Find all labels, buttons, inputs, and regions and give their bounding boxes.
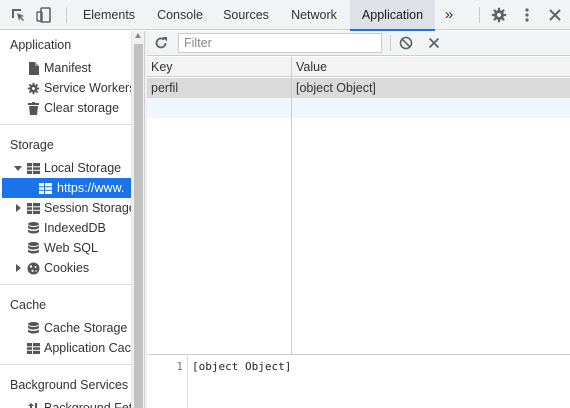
expand-arrow-icon[interactable] (14, 166, 22, 171)
column-header-key[interactable]: Key (151, 60, 173, 74)
sidebar-item-label: IndexedDB (44, 221, 106, 235)
gear-icon (26, 81, 40, 95)
sidebar-item-clear-storage[interactable]: Clear storage (26, 98, 131, 118)
sidebar-item-web-sql[interactable]: Web SQL (26, 238, 131, 258)
table-icon (38, 181, 52, 195)
sidebar-item-cache-storage[interactable]: Cache Storage (26, 318, 131, 338)
sidebar-item-application-cache[interactable]: Application Cac (26, 338, 131, 358)
sidebar-item-label: Web SQL (44, 241, 98, 255)
sidebar-item-label: https://www. (57, 181, 125, 195)
section-title-background-services: Background Services (10, 378, 129, 392)
tab-sources[interactable]: Sources (217, 0, 275, 30)
column-header-value[interactable]: Value (296, 60, 327, 74)
document-icon (26, 61, 40, 75)
sidebar-item-local-storage-origin[interactable]: https://www. (2, 178, 131, 198)
sidebar-item-local-storage[interactable]: Local Storage (26, 158, 131, 178)
devtools-tabbar: Elements Console Sources Network Applica… (0, 0, 570, 31)
table-icon (26, 341, 40, 355)
table-row-empty[interactable] (147, 98, 570, 118)
tab-elements[interactable]: Elements (75, 0, 143, 30)
more-tabs-button[interactable]: » (439, 0, 459, 30)
tab-application[interactable]: Application (350, 0, 435, 31)
table-row[interactable]: perfil [object Object] (147, 78, 570, 98)
sidebar-item-background-fetch[interactable]: Background Fet (26, 398, 131, 408)
inspect-icon[interactable] (9, 6, 27, 24)
sidebar-item-label: Background Fet (44, 401, 131, 408)
scrollbar-thumb[interactable] (134, 44, 143, 408)
column-divider[interactable] (291, 57, 292, 354)
sidebar-item-cookies[interactable]: Cookies (26, 258, 131, 278)
sidebar-item-session-storage[interactable]: Session Storage (26, 198, 131, 218)
sidebar-item-label: Clear storage (44, 101, 120, 115)
sidebar-item-indexeddb[interactable]: IndexedDB (26, 218, 131, 238)
toolbar-separator (479, 7, 480, 23)
expand-arrow-icon[interactable] (16, 264, 21, 272)
sidebar-item-label: Application Cac (44, 341, 131, 355)
sidebar-scrollbar[interactable] (131, 31, 144, 408)
section-title-cache: Cache (10, 298, 47, 312)
sidebar-item-label: Service Workers (44, 81, 131, 95)
preview-content: [object Object] (192, 360, 292, 373)
line-number: 1 (176, 360, 183, 373)
device-toolbar-icon[interactable] (35, 6, 53, 24)
section-divider (0, 364, 131, 365)
delete-selected-icon[interactable] (425, 34, 443, 52)
sidebar-item-label: Cache Storage (44, 321, 128, 335)
storage-data-grid: Key Value perfil [object Object] (147, 57, 570, 354)
toolbar-separator (66, 7, 67, 23)
refresh-icon[interactable] (152, 34, 170, 52)
sidebar-item-manifest[interactable]: Manifest (26, 58, 131, 78)
table-icon (26, 201, 40, 215)
section-divider (0, 284, 131, 285)
sidebar-item-service-workers[interactable]: Service Workers (26, 78, 131, 98)
arrows-updown-icon (26, 401, 40, 408)
sidebar-item-label: Session Storage (44, 201, 131, 215)
database-icon (26, 241, 40, 255)
cell-value: [object Object] (296, 81, 376, 95)
value-preview-pane: 1 [object Object] (147, 354, 570, 408)
tab-network[interactable]: Network (282, 0, 346, 30)
cookie-icon (26, 261, 40, 275)
sidebar-item-label: Manifest (44, 61, 92, 75)
trash-icon (26, 101, 40, 115)
cell-key: perfil (151, 81, 179, 95)
section-title-application: Application (10, 38, 72, 52)
grid-header: Key Value (147, 57, 570, 77)
section-divider (0, 124, 131, 125)
tab-console[interactable]: Console (150, 0, 210, 30)
section-title-storage: Storage (10, 138, 54, 152)
database-icon (26, 221, 40, 235)
storage-toolbar (147, 31, 570, 56)
settings-icon[interactable] (490, 6, 508, 24)
scroll-up-arrow-icon[interactable] (135, 33, 141, 38)
filter-input[interactable] (178, 33, 382, 53)
close-icon[interactable] (546, 6, 564, 24)
more-vert-icon[interactable] (518, 6, 536, 24)
sidebar-item-label: Local Storage (44, 161, 122, 175)
expand-arrow-icon[interactable] (16, 204, 21, 212)
clear-all-icon[interactable] (397, 34, 415, 52)
line-number-gutter: 1 (147, 355, 188, 408)
toolbar-separator (390, 35, 391, 51)
database-icon (26, 321, 40, 335)
application-sidebar: Application Manifest Service Workers Cle… (0, 31, 131, 408)
sidebar-item-label: Cookies (44, 261, 90, 275)
table-icon (26, 161, 40, 175)
